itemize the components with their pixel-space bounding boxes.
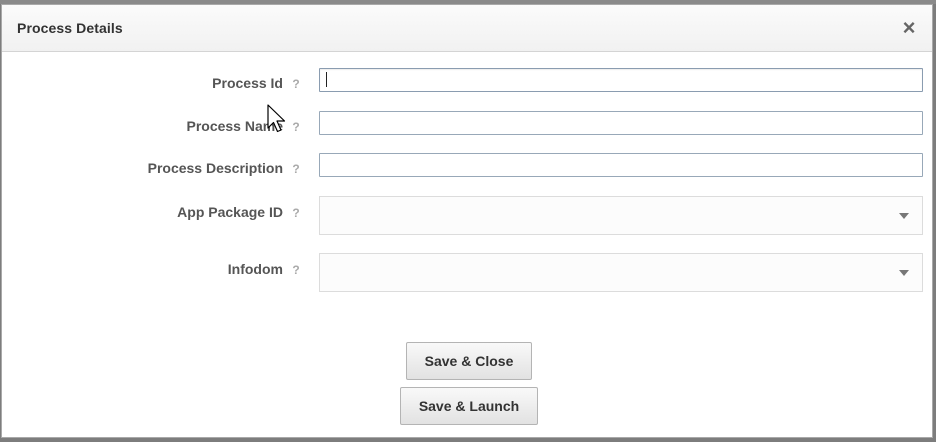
save-close-button[interactable]: Save & Close <box>406 342 532 380</box>
process-details-dialog: Process Details × Process Id ? Process N… <box>1 4 933 438</box>
help-icon[interactable]: ? <box>290 263 302 277</box>
infodom-label: Infodom <box>227 261 283 277</box>
chevron-down-icon <box>899 213 909 219</box>
form-row-process-id: Process Id ? <box>2 67 932 107</box>
dialog-header: Process Details × <box>2 5 932 52</box>
process-description-input[interactable] <box>319 153 923 177</box>
process-id-label: Process Id <box>212 75 283 91</box>
process-name-input[interactable] <box>319 111 923 135</box>
process-name-label: Process Name <box>186 118 283 134</box>
chevron-down-icon <box>899 270 909 276</box>
help-icon[interactable]: ? <box>290 77 302 91</box>
help-icon[interactable]: ? <box>290 162 302 176</box>
form-row-process-description: Process Description ? <box>2 152 932 192</box>
form-row-infodom: Infodom ? <box>2 252 932 292</box>
help-icon[interactable]: ? <box>290 120 302 134</box>
app-package-id-select[interactable] <box>319 196 923 235</box>
infodom-select[interactable] <box>319 253 923 292</box>
form-row-app-package-id: App Package ID ? <box>2 195 932 235</box>
close-icon[interactable]: × <box>900 17 918 39</box>
process-description-label: Process Description <box>147 160 283 176</box>
dialog-title: Process Details <box>17 20 123 36</box>
save-launch-button[interactable]: Save & Launch <box>400 387 538 425</box>
process-id-input[interactable] <box>319 68 923 92</box>
form-row-process-name: Process Name ? <box>2 110 932 150</box>
text-caret <box>326 72 327 87</box>
app-package-id-label: App Package ID <box>177 204 283 220</box>
help-icon[interactable]: ? <box>290 206 302 220</box>
